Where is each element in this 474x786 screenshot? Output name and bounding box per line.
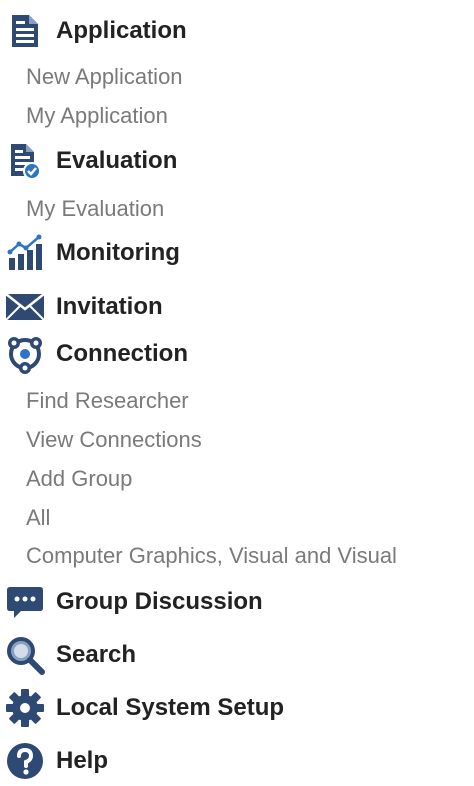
nav-section-search-label: Search	[56, 641, 137, 668]
nav-section-connection-label: Connection	[56, 340, 188, 367]
nav-item-my-evaluation[interactable]: My Evaluation	[26, 195, 164, 223]
search-icon	[4, 635, 46, 675]
nav-item-new-application[interactable]: New Application	[26, 63, 183, 91]
help-icon	[4, 741, 46, 781]
nav-section-search[interactable]: Search	[4, 635, 136, 675]
side-navigation-menu: Application New Application My Applicati…	[0, 0, 474, 786]
envelope-icon	[4, 287, 46, 327]
nav-section-group-discussion[interactable]: Group Discussion	[4, 582, 263, 622]
nav-section-help-label: Help	[56, 747, 109, 774]
nav-section-local-system-setup-label: Local System Setup	[56, 694, 285, 721]
evaluation-icon	[4, 141, 46, 181]
nav-item-add-group[interactable]: Add Group	[26, 465, 132, 493]
gear-icon	[4, 688, 46, 728]
chart-icon	[4, 233, 46, 273]
nav-section-group-discussion-label: Group Discussion	[56, 588, 263, 615]
network-icon	[4, 334, 46, 374]
nav-section-help[interactable]: Help	[4, 741, 108, 781]
nav-section-application-label: Application	[56, 17, 187, 44]
nav-item-group-all[interactable]: All	[26, 504, 50, 532]
nav-section-invitation-label: Invitation	[56, 293, 163, 320]
nav-item-my-application[interactable]: My Application	[26, 102, 168, 130]
nav-section-evaluation-label: Evaluation	[56, 147, 178, 174]
nav-item-find-researcher[interactable]: Find Researcher	[26, 387, 189, 415]
document-icon	[4, 11, 46, 51]
nav-section-application[interactable]: Application	[4, 11, 187, 51]
nav-section-monitoring[interactable]: Monitoring	[4, 233, 180, 273]
nav-section-evaluation[interactable]: Evaluation	[4, 141, 177, 181]
chat-icon	[4, 582, 46, 622]
nav-item-group-computer-graphics[interactable]: Computer Graphics, Visual and Visual	[26, 542, 397, 570]
nav-section-invitation[interactable]: Invitation	[4, 287, 163, 327]
nav-item-view-connections[interactable]: View Connections	[26, 426, 202, 454]
nav-section-monitoring-label: Monitoring	[56, 239, 180, 266]
nav-section-connection[interactable]: Connection	[4, 334, 188, 374]
nav-section-local-system-setup[interactable]: Local System Setup	[4, 688, 284, 728]
